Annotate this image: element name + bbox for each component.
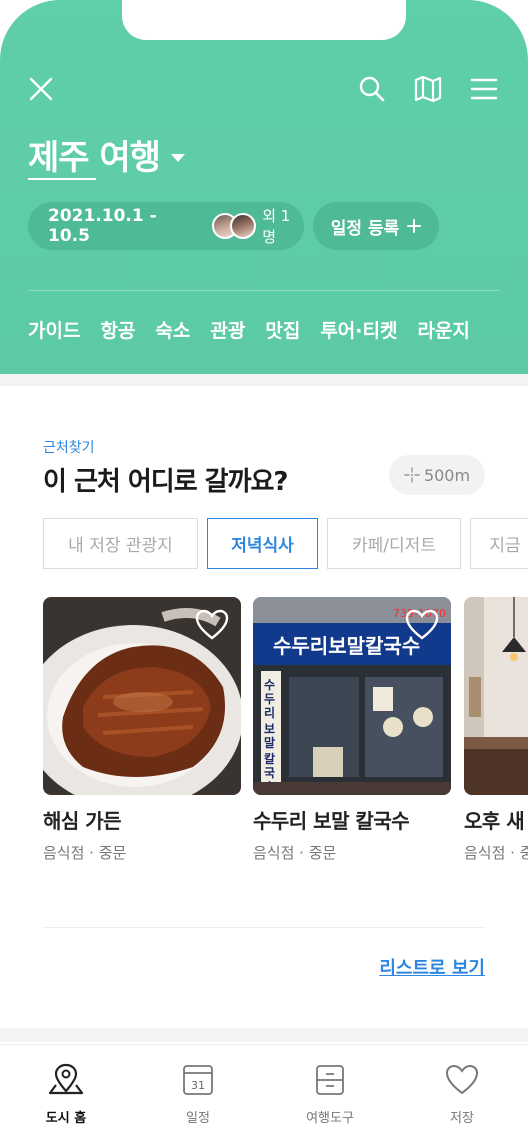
svg-text:말: 말 <box>264 736 275 750</box>
title-underline <box>28 178 96 180</box>
section-title: 이 근처 어디로 갈까요? <box>43 467 289 497</box>
place-card[interactable]: 오후 새 음식점 · 중 <box>464 597 528 863</box>
radius-value: 500m <box>423 465 471 485</box>
place-name: 오후 새 <box>464 809 525 833</box>
crosshair-icon <box>404 467 420 483</box>
filter-chips: 내 저장 관광지 저녁식사 카페/디저트 지금 <box>43 518 528 569</box>
trip-date-range: 2021.10.1 - 10.5 <box>48 206 157 246</box>
page-title: 제주 여행 <box>28 138 161 178</box>
svg-text:국: 국 <box>264 766 275 780</box>
companion-count: 외 1명 <box>262 207 291 246</box>
category-flight[interactable]: 항공 <box>100 316 135 343</box>
device-notch <box>122 0 406 40</box>
caret-down-icon <box>170 154 185 162</box>
register-schedule-button[interactable]: 일정 등록 <box>313 202 439 250</box>
place-name: 해심 가든 <box>43 809 122 833</box>
category-tour-ticket[interactable]: 투어·티켓 <box>320 316 397 343</box>
bottom-tab-bar: 도시 홈 31 일정 여행도구 저장 <box>0 1044 528 1144</box>
close-icon[interactable] <box>28 76 54 102</box>
avatar <box>230 213 257 239</box>
filter-label: 내 저장 관광지 <box>68 536 173 556</box>
place-photo <box>43 597 241 795</box>
trip-dates-pill[interactable]: 2021.10.1 - 10.5 외 1명 <box>28 202 304 250</box>
register-schedule-label: 일정 등록 <box>330 218 400 239</box>
category-guide[interactable]: 가이드 <box>28 316 80 343</box>
search-icon[interactable] <box>358 75 386 103</box>
store-vertical-sign: 수 두 리 보 말 칼 국 수 <box>264 678 275 794</box>
tab-label: 여행도구 <box>306 1111 354 1126</box>
city-selector[interactable]: 제주 여행 <box>28 136 186 180</box>
place-meta: 음식점 · 중문 <box>43 844 127 862</box>
tab-city-home[interactable]: 도시 홈 <box>0 1045 132 1144</box>
city-header: 제주 여행 2021.10.1 - 10.5 외 1명 일정 등록 가이드 항공… <box>0 0 528 374</box>
svg-text:칼: 칼 <box>264 752 275 766</box>
place-photo <box>464 597 528 795</box>
filter-label: 저녁식사 <box>231 536 294 556</box>
radius-chip[interactable]: 500m <box>389 455 485 495</box>
category-lounge[interactable]: 라운지 <box>417 316 469 343</box>
section-separator <box>0 374 528 386</box>
section-subtitle: 근처찾기 <box>43 440 95 456</box>
tab-schedule[interactable]: 31 일정 <box>132 1045 264 1144</box>
filter-dinner[interactable]: 저녁식사 <box>207 518 318 569</box>
category-sightseeing[interactable]: 관광 <box>210 316 245 343</box>
divider <box>28 290 500 291</box>
store-sign-text: 수두리보말칼국수 <box>273 634 420 658</box>
svg-text:리: 리 <box>264 705 275 720</box>
svg-text:수: 수 <box>264 678 275 692</box>
companion-avatars <box>212 213 257 239</box>
heart-icon[interactable] <box>195 609 229 641</box>
filter-cafe-dessert[interactable]: 카페/디저트 <box>327 518 461 569</box>
plus-icon <box>407 219 422 233</box>
map-pin-icon <box>48 1063 84 1095</box>
menu-icon[interactable] <box>470 77 498 101</box>
category-lodging[interactable]: 숙소 <box>155 316 190 343</box>
category-restaurants[interactable]: 맛집 <box>265 316 300 343</box>
tab-label: 일정 <box>186 1111 210 1126</box>
filter-now[interactable]: 지금 <box>470 518 528 569</box>
filter-label: 지금 <box>489 536 521 556</box>
category-nav: 가이드 항공 숙소 관광 맛집 투어·티켓 라운지 <box>28 316 470 343</box>
svg-text:두: 두 <box>264 692 275 706</box>
svg-text:보: 보 <box>264 722 275 736</box>
heart-outline-icon <box>445 1064 479 1095</box>
section-separator <box>0 1028 528 1042</box>
heart-icon[interactable] <box>405 609 439 641</box>
place-meta: 음식점 · 중 <box>464 844 528 862</box>
map-icon[interactable] <box>413 75 443 103</box>
place-name: 수두리 보말 칼국수 <box>253 809 410 833</box>
tab-label: 저장 <box>450 1111 474 1126</box>
toolbox-icon <box>316 1065 344 1095</box>
divider <box>43 927 485 928</box>
filter-saved-sights[interactable]: 내 저장 관광지 <box>43 518 198 569</box>
place-card[interactable]: 해심 가든 음식점 · 중문 <box>43 597 241 863</box>
place-card[interactable]: 수두리보말칼국수 739-1070 수 두 리 보 말 칼 국 수 수두리 <box>253 597 451 863</box>
svg-text:31: 31 <box>191 1079 205 1092</box>
calendar-icon: 31 <box>183 1065 213 1095</box>
tab-label: 도시 홈 <box>45 1111 87 1126</box>
view-as-list-link[interactable]: 리스트로 보기 <box>379 954 485 980</box>
place-photo: 수두리보말칼국수 739-1070 수 두 리 보 말 칼 국 수 <box>253 597 451 795</box>
filter-label: 카페/디저트 <box>352 536 436 556</box>
tab-saved[interactable]: 저장 <box>396 1045 528 1144</box>
tab-travel-tools[interactable]: 여행도구 <box>264 1045 396 1144</box>
place-meta: 음식점 · 중문 <box>253 844 337 862</box>
